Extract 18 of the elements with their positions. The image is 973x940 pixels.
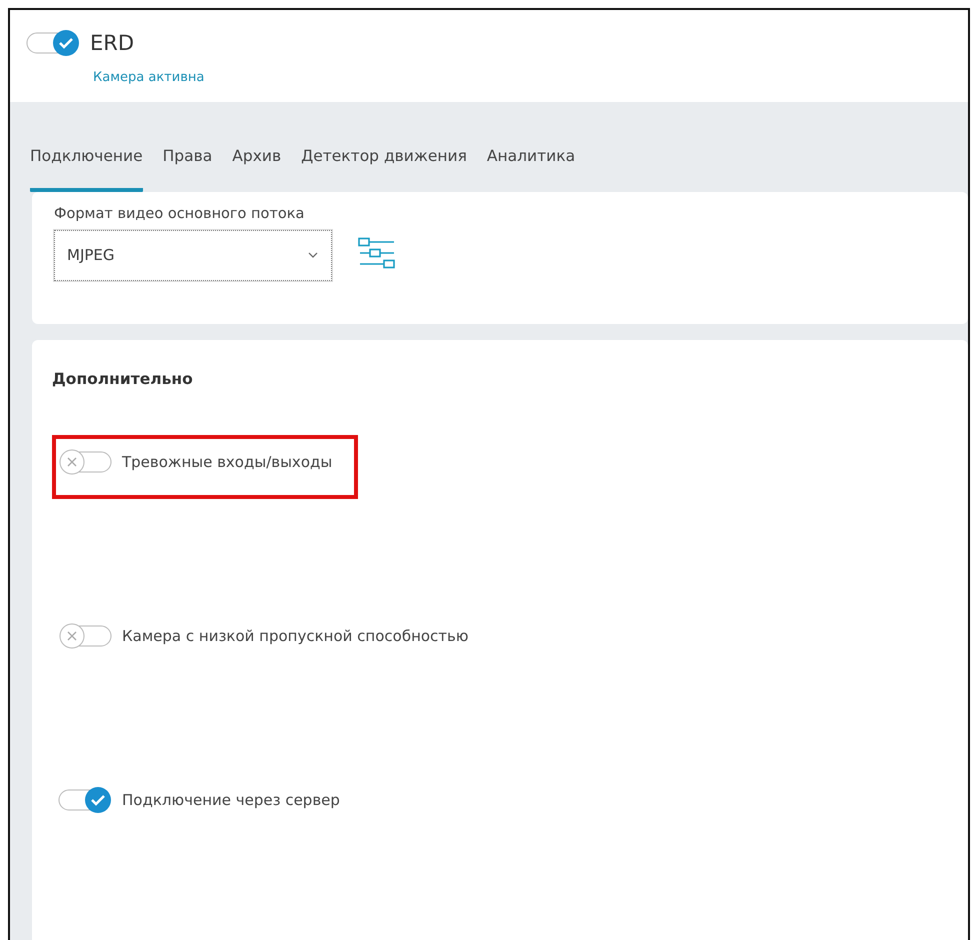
section-title: Дополнительно — [52, 369, 194, 390]
camera-status: Камера активна — [93, 69, 206, 87]
tab[interactable]: Права — [162, 134, 212, 192]
toggle-switch[interactable] — [58, 621, 114, 652]
format-dropdown[interactable]: MJPEG — [54, 230, 332, 281]
tab[interactable]: Детектор движения — [301, 134, 467, 192]
option-label: Подключение через сервер — [122, 790, 340, 811]
field-label: Формат видео основного потока — [54, 205, 306, 224]
option-label: Камера с низкой пропускной способностью — [122, 626, 469, 647]
dropdown-value: MJPEG — [67, 245, 115, 266]
tab[interactable]: Архив — [232, 134, 282, 192]
toggle-switch[interactable] — [26, 28, 82, 58]
chevron-icon — [307, 251, 319, 260]
tab[interactable]: Аналитика — [486, 134, 576, 192]
camera-name: ERD — [90, 30, 134, 56]
toggle-switch[interactable] — [58, 785, 114, 816]
toggle-switch[interactable] — [58, 447, 114, 478]
option-label: Тревожные входы/выходы — [122, 452, 332, 473]
